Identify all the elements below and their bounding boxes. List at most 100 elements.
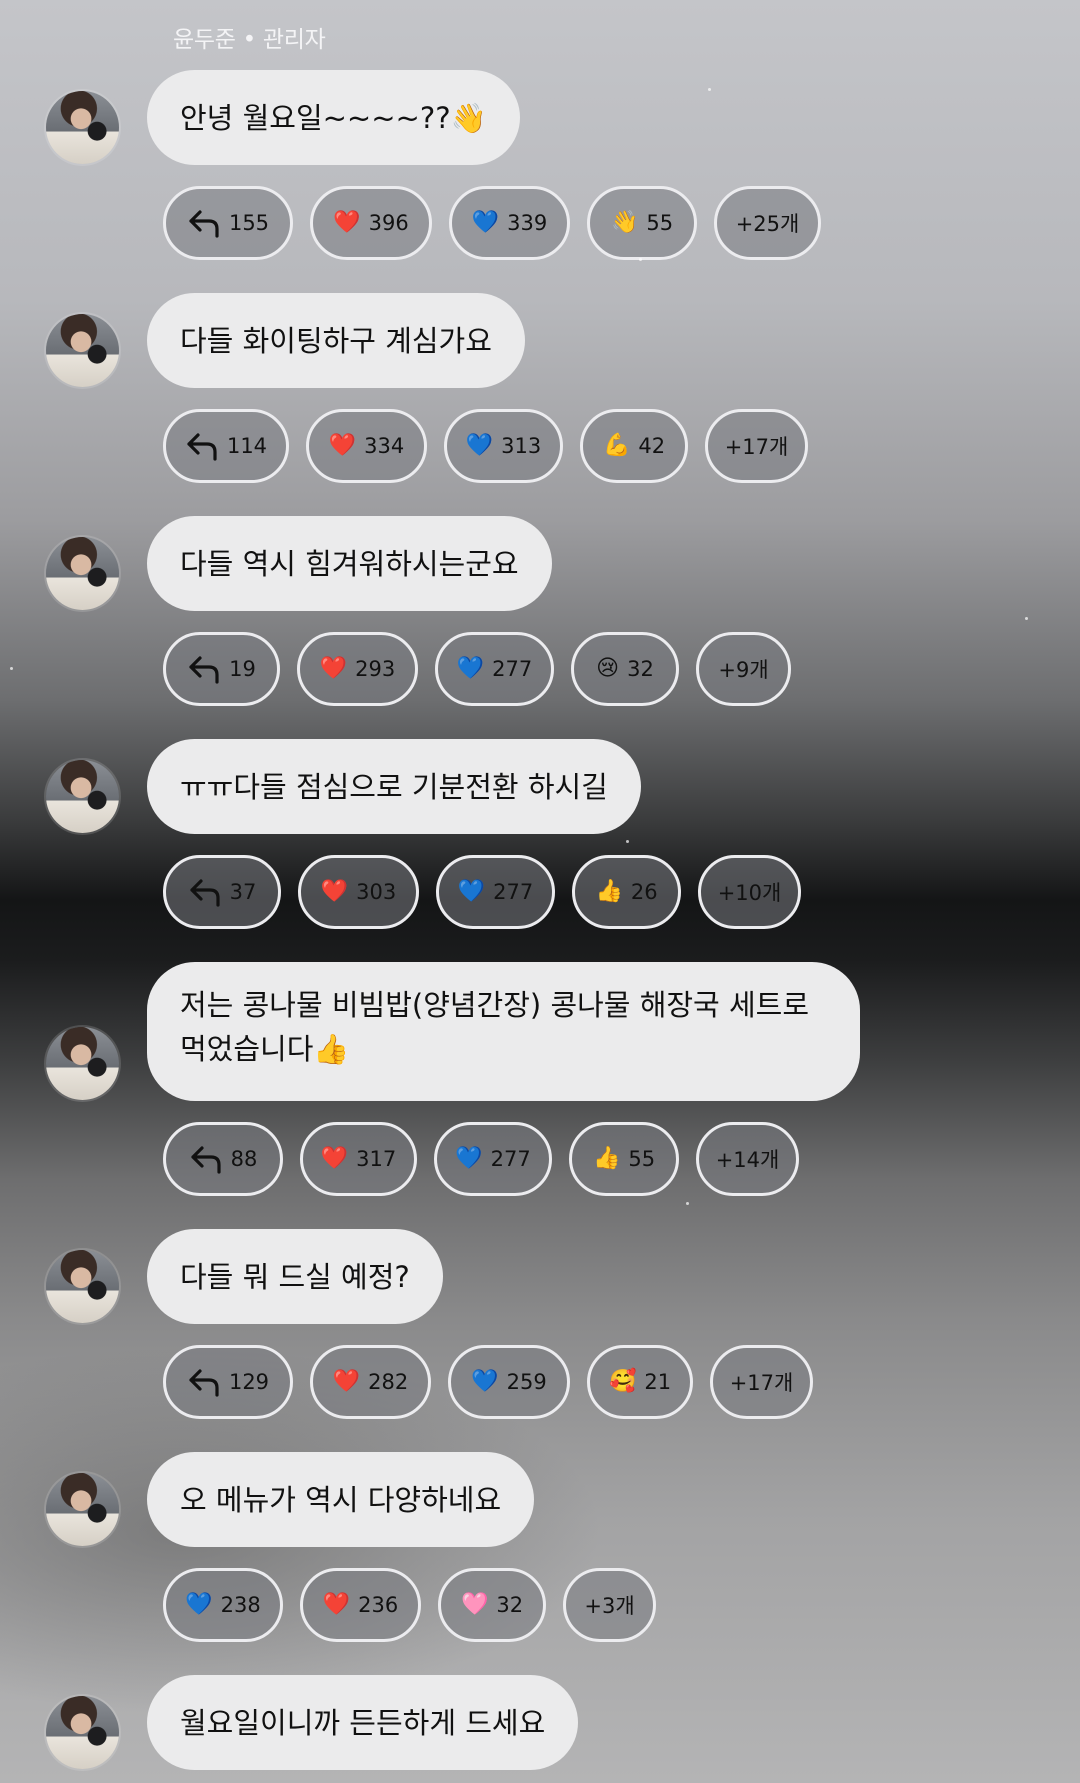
reaction-red-heart[interactable]: ❤️ 236 [300, 1568, 421, 1642]
reaction-bar: 37 ❤️ 303 💙 277 👍 26 +10개 [163, 855, 801, 929]
reaction-count: 277 [490, 1147, 531, 1171]
smiling-face-hearts-icon: 🥰 [608, 1369, 637, 1394]
avatar[interactable] [46, 1250, 119, 1323]
reaction-thumbs-up[interactable]: 👍 26 [572, 855, 681, 929]
reaction-red-heart[interactable]: ❤️ 293 [297, 632, 418, 706]
reply-button[interactable]: 37 [163, 855, 281, 929]
red-heart-icon: ❤️ [333, 210, 361, 235]
more-reactions-label: +25개 [735, 212, 800, 236]
reaction-bar: 88 ❤️ 317 💙 277 👍 55 +14개 [163, 1122, 799, 1196]
reaction-blue-heart[interactable]: 💙 339 [449, 186, 570, 260]
background-speck [626, 840, 629, 843]
reaction-count: 293 [355, 657, 396, 681]
avatar[interactable] [46, 314, 119, 387]
more-reactions-button[interactable]: +3개 [563, 1568, 656, 1642]
reaction-bar: 155 ❤️ 396 💙 339 👋 55 +25개 [163, 186, 821, 260]
red-heart-icon: ❤️ [328, 433, 357, 458]
message-bubble[interactable]: 안녕 월요일~~~~??👋 [147, 70, 520, 165]
avatar[interactable] [46, 1027, 119, 1100]
waving-hand-icon: 👋 [610, 210, 639, 235]
avatar[interactable] [46, 1696, 119, 1769]
reaction-wave[interactable]: 👋 55 [587, 186, 697, 260]
reaction-red-heart[interactable]: ❤️ 317 [300, 1122, 417, 1196]
reply-count: 129 [228, 1370, 270, 1394]
reaction-bar: 💙 238 ❤️ 236 🩷 32 +3개 [163, 1568, 656, 1642]
reply-button[interactable]: 155 [163, 186, 293, 260]
reaction-blue-heart[interactable]: 💙 313 [444, 409, 563, 483]
red-heart-icon: ❤️ [332, 1369, 361, 1394]
message-bubble[interactable]: 다들 역시 힘겨워하시는군요 [147, 516, 552, 611]
more-reactions-button[interactable]: +14개 [696, 1122, 799, 1196]
reply-arrow-icon [185, 431, 219, 461]
reaction-blue-heart[interactable]: 💙 259 [448, 1345, 570, 1419]
reaction-blue-heart[interactable]: 💙 238 [163, 1568, 283, 1642]
reaction-count: 55 [646, 211, 674, 235]
message-bubble[interactable]: 다들 화이팅하구 계심가요 [147, 293, 525, 388]
reaction-red-heart[interactable]: ❤️ 396 [310, 186, 432, 260]
more-reactions-button[interactable]: +17개 [710, 1345, 813, 1419]
reaction-bar: 114 ❤️ 334 💙 313 💪 42 +17개 [163, 409, 808, 483]
more-reactions-button[interactable]: +17개 [705, 409, 808, 483]
reaction-count: 396 [368, 211, 409, 235]
more-reactions-label: +9개 [718, 658, 769, 682]
blue-heart-icon: 💙 [465, 433, 494, 458]
message-bubble[interactable]: 월요일이니까 든든하게 드세요 [147, 1675, 579, 1770]
reaction-blue-heart[interactable]: 💙 277 [435, 632, 554, 706]
background-speck [10, 667, 13, 670]
reaction-blue-heart[interactable]: 💙 277 [436, 855, 555, 929]
message-text: 안녕 월요일~~~~??👋 [180, 100, 487, 135]
blue-heart-icon: 💙 [471, 1369, 499, 1394]
reaction-blue-heart[interactable]: 💙 277 [434, 1122, 552, 1196]
more-reactions-button[interactable]: +9개 [696, 632, 791, 706]
reply-arrow-icon [187, 654, 221, 684]
message-bubble[interactable]: ㅠㅠ다들 점심으로 기분전환 하시길 [147, 739, 641, 834]
reply-button[interactable]: 88 [163, 1122, 283, 1196]
reply-button[interactable]: 114 [163, 409, 289, 483]
more-reactions-label: +17개 [724, 435, 789, 459]
blue-heart-icon: 💙 [456, 656, 485, 681]
avatar[interactable] [46, 1473, 119, 1546]
reaction-count: 339 [507, 211, 548, 235]
background-speck [708, 88, 711, 91]
crying-face-icon: 😢 [596, 656, 620, 681]
reply-count: 37 [229, 880, 257, 904]
reaction-count: 236 [358, 1593, 399, 1617]
reply-button[interactable]: 129 [163, 1345, 293, 1419]
reaction-flexed-biceps[interactable]: 💪 42 [580, 409, 688, 483]
reaction-crying-face[interactable]: 😢 32 [571, 632, 679, 706]
reaction-thumbs-up[interactable]: 👍 55 [569, 1122, 679, 1196]
reaction-count: 277 [493, 880, 534, 904]
reaction-red-heart[interactable]: ❤️ 334 [306, 409, 427, 483]
red-heart-icon: ❤️ [320, 1146, 349, 1171]
red-heart-icon: ❤️ [320, 879, 349, 904]
message-bubble[interactable]: 저는 콩나물 비빔밥(양념간장) 콩나물 해장국 세트로 먹었습니다👍 [147, 962, 860, 1101]
message-bubble[interactable]: 다들 뭐 드실 예정? [147, 1229, 443, 1324]
background-speck [639, 258, 642, 261]
message-text: 저는 콩나물 비빔밥(양념간장) 콩나물 해장국 세트로 먹었습니다👍 [180, 988, 809, 1066]
message-text: 월요일이니까 든든하게 드세요 [180, 1705, 546, 1740]
message-text: 다들 뭐 드실 예정? [180, 1259, 410, 1294]
blue-heart-icon: 💙 [455, 1146, 483, 1171]
reaction-count: 303 [356, 880, 397, 904]
reaction-count: 334 [364, 434, 405, 458]
more-reactions-button[interactable]: +10개 [698, 855, 801, 929]
flexed-biceps-icon: 💪 [602, 433, 631, 458]
reply-button[interactable]: 19 [163, 632, 280, 706]
message-text: 다들 화이팅하구 계심가요 [180, 323, 492, 358]
thumbs-up-icon: 👍 [592, 1146, 621, 1171]
reply-count: 88 [230, 1147, 258, 1171]
reaction-count: 32 [496, 1593, 524, 1617]
avatar[interactable] [46, 760, 119, 833]
reaction-count: 259 [506, 1370, 547, 1394]
reaction-red-heart[interactable]: ❤️ 303 [298, 855, 419, 929]
reaction-red-heart[interactable]: ❤️ 282 [310, 1345, 431, 1419]
reaction-pink-heart[interactable]: 🩷 32 [438, 1568, 546, 1642]
avatar[interactable] [46, 91, 119, 164]
more-reactions-button[interactable]: +25개 [714, 186, 821, 260]
reaction-smiling-hearts[interactable]: 🥰 21 [587, 1345, 693, 1419]
message-bubble[interactable]: 오 메뉴가 역시 다양하네요 [147, 1452, 535, 1547]
reaction-count: 277 [492, 657, 533, 681]
avatar[interactable] [46, 537, 119, 610]
reaction-count: 42 [638, 434, 666, 458]
more-reactions-label: +14개 [715, 1148, 780, 1172]
